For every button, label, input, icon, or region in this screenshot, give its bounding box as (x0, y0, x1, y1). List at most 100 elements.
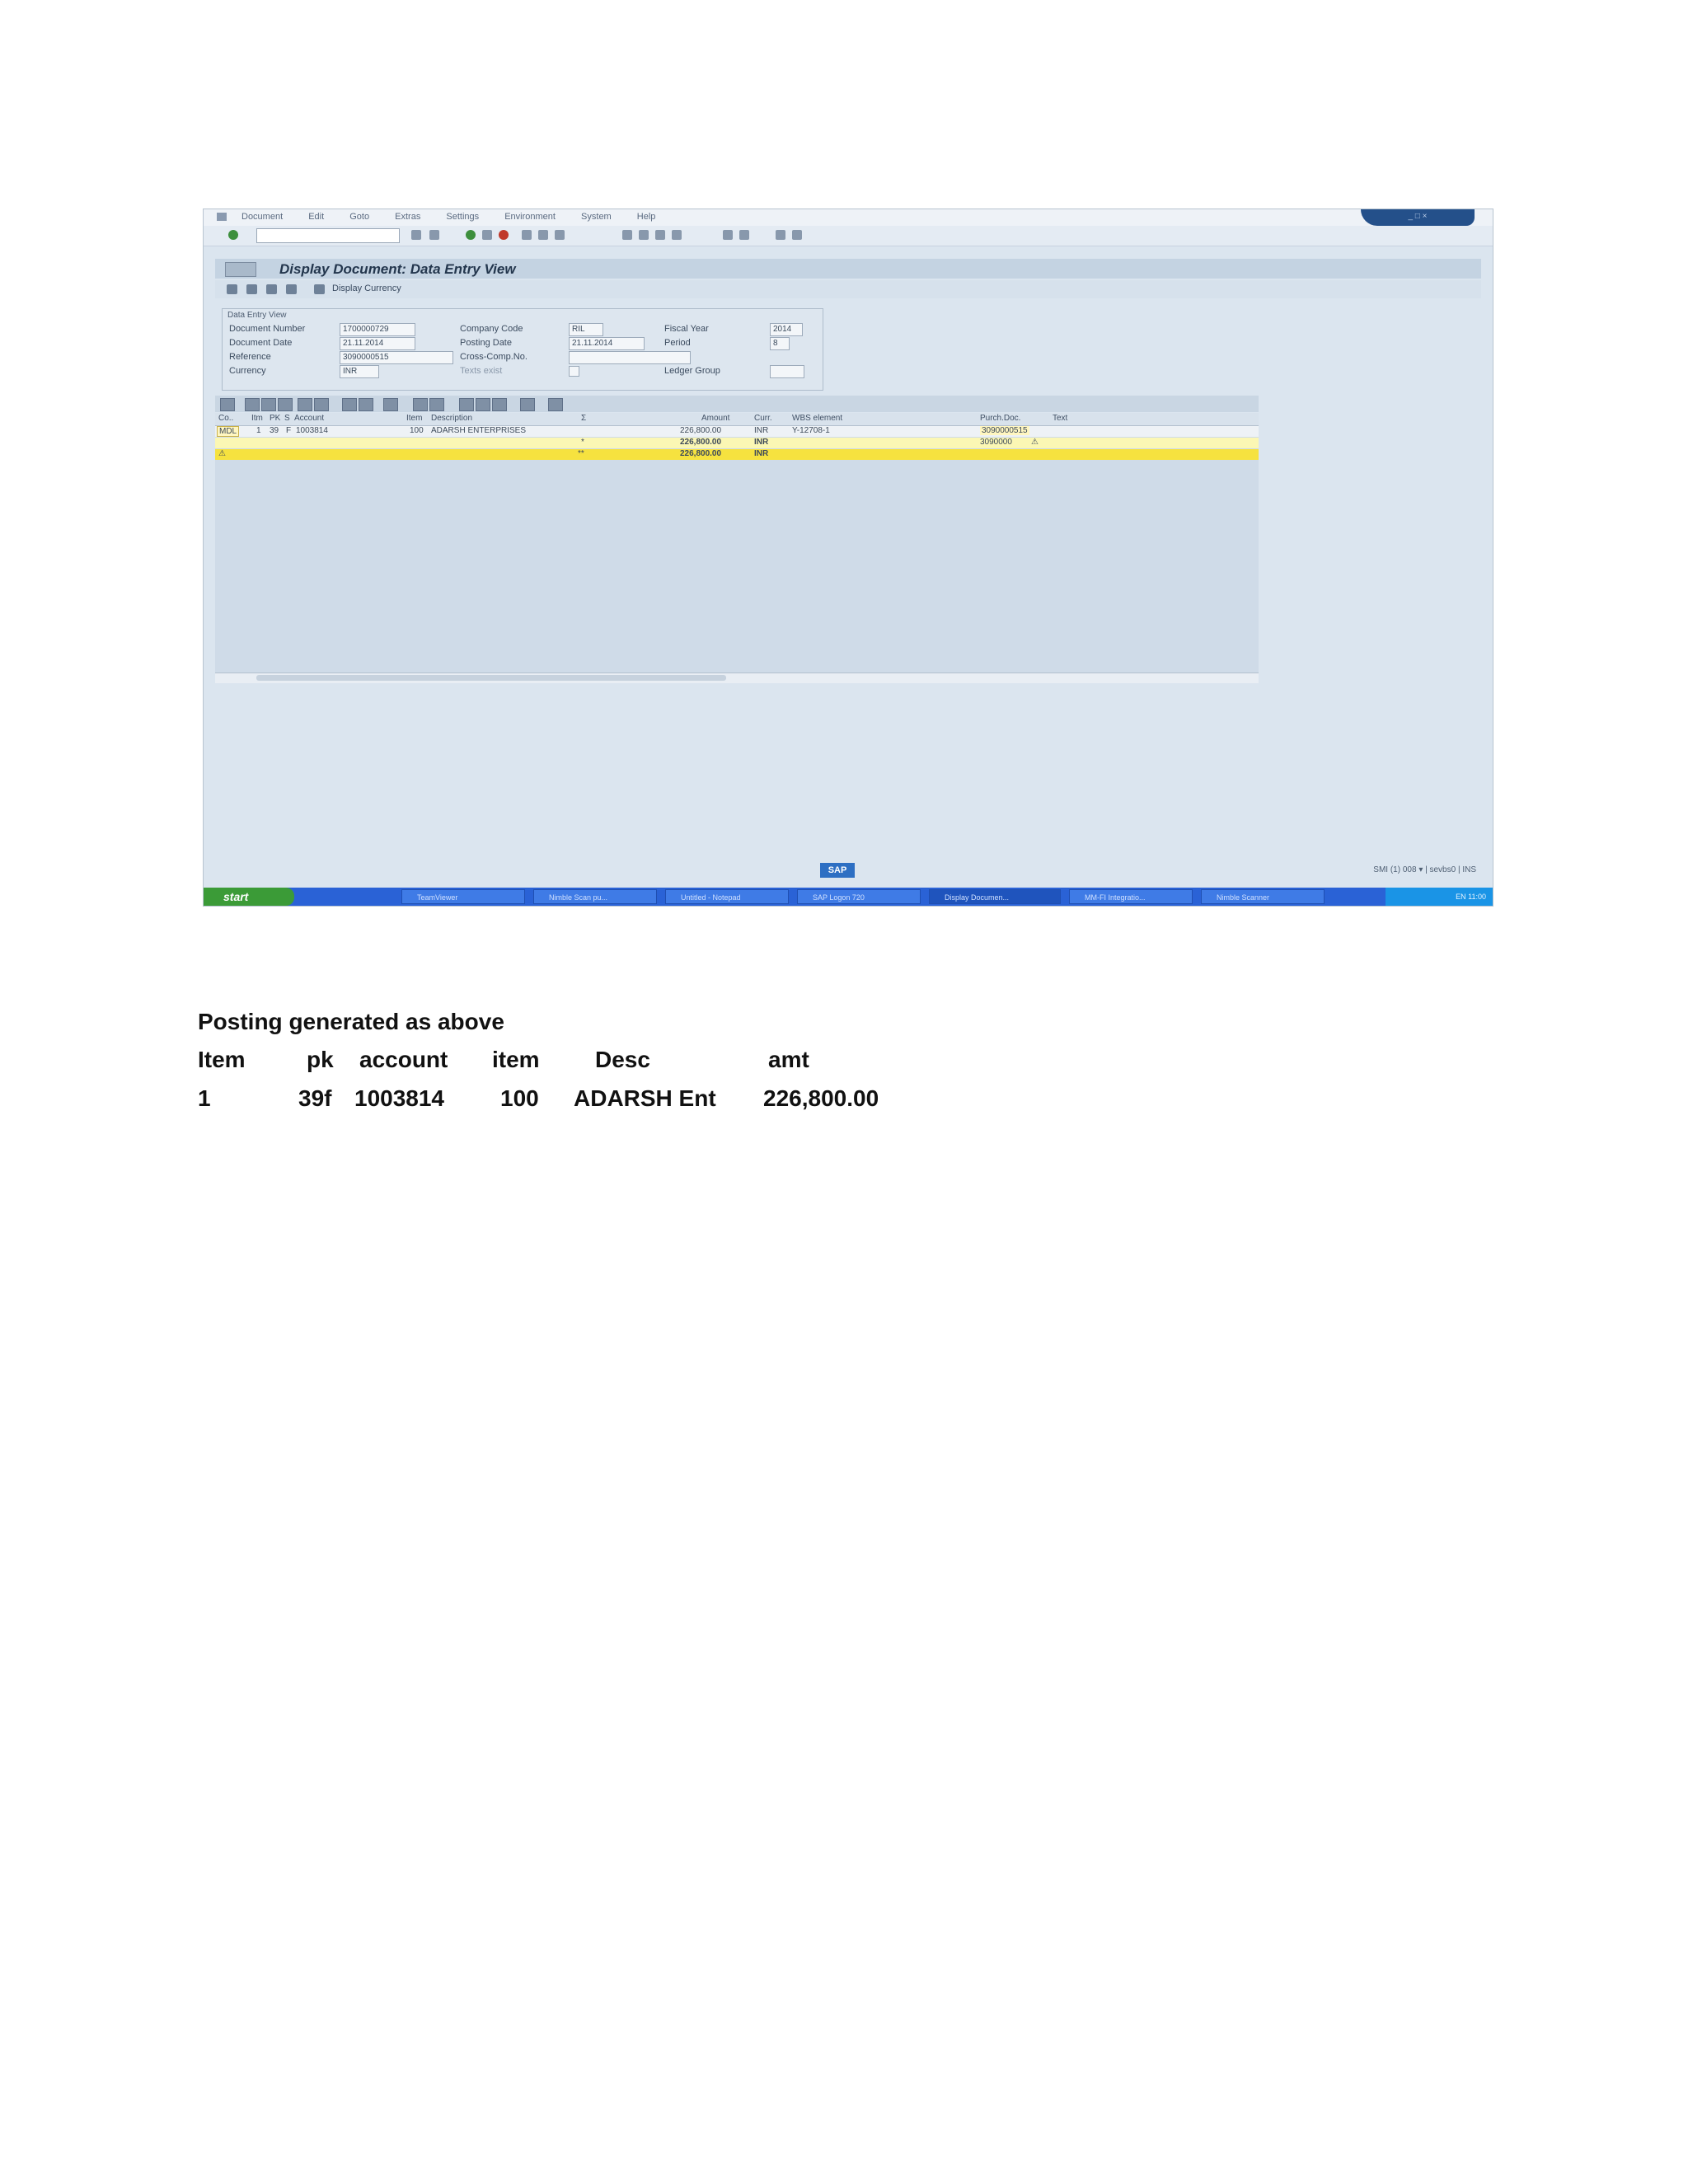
notes-header-amt: amt (768, 1047, 809, 1072)
print-icon[interactable] (522, 230, 532, 240)
shortcut-icon[interactable] (739, 230, 749, 240)
details-icon[interactable] (220, 398, 235, 411)
col-company[interactable]: Co.. (218, 414, 233, 423)
display-currency-icon[interactable] (314, 284, 325, 294)
first-page-icon[interactable] (622, 230, 632, 240)
task-sap-logon[interactable]: SAP Logon 720 (797, 889, 921, 904)
texts-exist-checkbox[interactable] (569, 366, 579, 377)
print-preview-icon[interactable] (383, 398, 398, 411)
menu-environment[interactable]: Environment (504, 212, 556, 222)
menu-goto[interactable]: Goto (349, 212, 369, 222)
sap-screenshot: Document Edit Goto Extras Settings Envir… (203, 209, 1493, 907)
row-purch-doc[interactable]: 3090000515 (980, 426, 1029, 435)
task-teamviewer[interactable]: TeamViewer (401, 889, 525, 904)
back-arrow-icon[interactable] (411, 230, 421, 240)
row-posting-key: 39 (270, 426, 279, 435)
document-date-field[interactable]: 21.11.2014 (340, 337, 415, 350)
document-icon[interactable] (225, 262, 256, 277)
info-icon[interactable] (548, 398, 563, 411)
col-item[interactable]: Item (406, 414, 422, 423)
sort-descending-icon[interactable] (261, 398, 276, 411)
reference-field[interactable]: 3090000515 (340, 351, 453, 364)
menu-document[interactable]: Document (241, 212, 283, 222)
menu-bar: Document Edit Goto Extras Settings Envir… (204, 209, 1493, 226)
cross-comp-field[interactable] (569, 351, 691, 364)
last-page-icon[interactable] (672, 230, 682, 240)
sort-ascending-icon[interactable] (245, 398, 260, 411)
menu-icon[interactable] (217, 213, 227, 221)
col-currency[interactable]: Curr. (754, 414, 772, 423)
start-button[interactable]: start (204, 888, 294, 906)
task-display-document[interactable]: Display Documen... (929, 889, 1061, 904)
save-icon[interactable] (429, 230, 439, 240)
find-next-icon[interactable] (555, 230, 565, 240)
currency-field[interactable]: INR (340, 365, 379, 378)
notes-cell-pk: 39f (298, 1085, 332, 1111)
grid-body (215, 426, 1259, 673)
task-mm-fi[interactable]: MM-FI Integratio... (1069, 889, 1193, 904)
new-session-icon[interactable] (723, 230, 733, 240)
document-number-field[interactable]: 1700000729 (340, 323, 415, 336)
posting-date-field[interactable]: 21.11.2014 (569, 337, 645, 350)
exit-icon[interactable] (482, 230, 492, 240)
menu-help[interactable]: Help (637, 212, 656, 222)
col-amount[interactable]: Amount (701, 414, 729, 423)
col-account[interactable]: Account (294, 414, 324, 423)
menu-system[interactable]: System (581, 212, 612, 222)
company-code-field[interactable]: RIL (569, 323, 603, 336)
table-row[interactable]: MDL 1 39 F 1003814 100 ADARSH ENTERPRISE… (215, 426, 1259, 437)
help-icon[interactable] (776, 230, 785, 240)
layout-save-icon[interactable] (492, 398, 507, 411)
overview-icon[interactable] (266, 284, 277, 294)
fiscal-year-field[interactable]: 2014 (770, 323, 803, 336)
col-item-no[interactable]: Itm (251, 414, 263, 423)
find-icon[interactable] (538, 230, 548, 240)
row-special-indicator: F (286, 426, 292, 435)
command-field[interactable] (256, 228, 400, 243)
back-icon[interactable] (466, 230, 476, 240)
choose-icon[interactable] (520, 398, 535, 411)
col-special-indicator[interactable]: S (284, 414, 290, 423)
previous-page-icon[interactable] (639, 230, 649, 240)
filter-icon[interactable] (298, 398, 312, 411)
col-wbs[interactable]: WBS element (792, 414, 842, 423)
window-controls[interactable]: _ □ × (1361, 209, 1475, 226)
total-icon[interactable] (342, 398, 357, 411)
cancel-icon[interactable] (499, 230, 509, 240)
ledger-group-field[interactable] (770, 365, 804, 378)
subtotal-sigma: * (581, 438, 584, 447)
col-posting-key[interactable]: PK (270, 414, 280, 423)
scrollbar-thumb[interactable] (256, 675, 726, 681)
col-sigma[interactable]: Σ (581, 414, 586, 423)
export-menu-icon[interactable] (429, 398, 444, 411)
task-nimble-scanner[interactable]: Nimble Scanner (1201, 889, 1325, 904)
menu-edit[interactable]: Edit (308, 212, 324, 222)
system-tray[interactable]: EN 11:00 (1386, 888, 1493, 906)
row-description: ADARSH ENTERPRISES (431, 426, 527, 435)
filter-menu-icon[interactable] (314, 398, 329, 411)
find-grid-icon[interactable] (278, 398, 293, 411)
layout-select-icon[interactable] (476, 398, 490, 411)
task-nimble-scan[interactable]: Nimble Scan pu... (533, 889, 657, 904)
menu-extras[interactable]: Extras (395, 212, 420, 222)
export-icon[interactable] (413, 398, 428, 411)
notes-cell-account: 1003814 (354, 1085, 445, 1111)
col-text[interactable]: Text (1053, 414, 1067, 423)
display-icon[interactable] (286, 284, 297, 294)
sap-logo: SAP (820, 863, 855, 878)
change-icon[interactable] (227, 284, 237, 294)
layout-change-icon[interactable] (459, 398, 474, 411)
col-purch-doc[interactable]: Purch.Doc. (980, 414, 1020, 423)
other-document-icon[interactable] (246, 284, 257, 294)
period-field[interactable]: 8 (770, 337, 790, 350)
row-company[interactable]: MDL (217, 426, 240, 437)
display-currency-button[interactable]: Display Currency (332, 284, 401, 293)
subtotal-icon[interactable] (359, 398, 373, 411)
horizontal-scrollbar[interactable] (215, 673, 1259, 683)
menu-settings[interactable]: Settings (446, 212, 479, 222)
next-page-icon[interactable] (655, 230, 665, 240)
enter-icon[interactable] (228, 230, 238, 240)
col-description[interactable]: Description (431, 414, 472, 423)
task-notepad[interactable]: Untitled - Notepad (665, 889, 789, 904)
layout-icon[interactable] (792, 230, 802, 240)
